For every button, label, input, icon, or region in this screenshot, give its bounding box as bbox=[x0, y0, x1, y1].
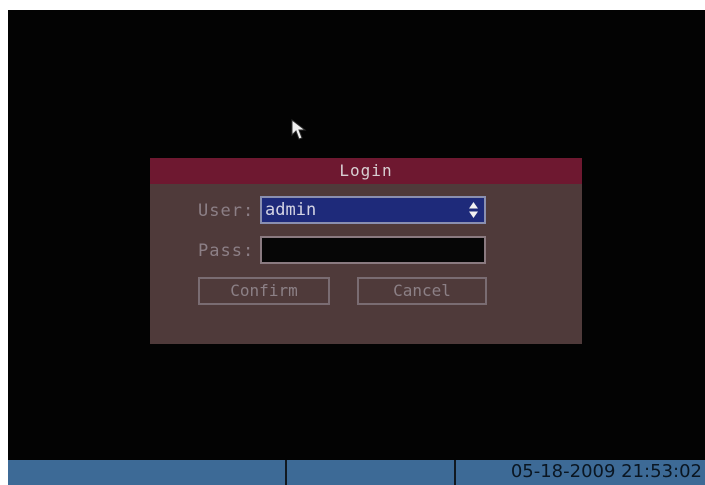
dialog-title: Login bbox=[150, 158, 582, 184]
user-select-value: admin bbox=[265, 200, 317, 220]
user-select[interactable]: admin bbox=[260, 196, 486, 224]
pass-label: Pass: bbox=[198, 241, 255, 261]
cancel-button[interactable]: Cancel bbox=[357, 277, 487, 305]
up-down-arrows-icon[interactable] bbox=[469, 202, 478, 218]
datetime-display: 05-18-2009 21:53:02 bbox=[510, 461, 702, 482]
user-label: User: bbox=[198, 201, 255, 221]
status-bar-clock-segment: 05-18-2009 21:53:02 bbox=[454, 460, 705, 485]
confirm-button[interactable]: Confirm bbox=[198, 277, 330, 305]
status-bar: 05-18-2009 21:53:02 bbox=[8, 460, 705, 485]
status-bar-segment bbox=[285, 460, 454, 485]
login-dialog: Login User: admin Pass: Confirm Cancel bbox=[150, 158, 582, 344]
password-field[interactable] bbox=[260, 236, 486, 264]
mouse-pointer-icon bbox=[291, 119, 307, 140]
